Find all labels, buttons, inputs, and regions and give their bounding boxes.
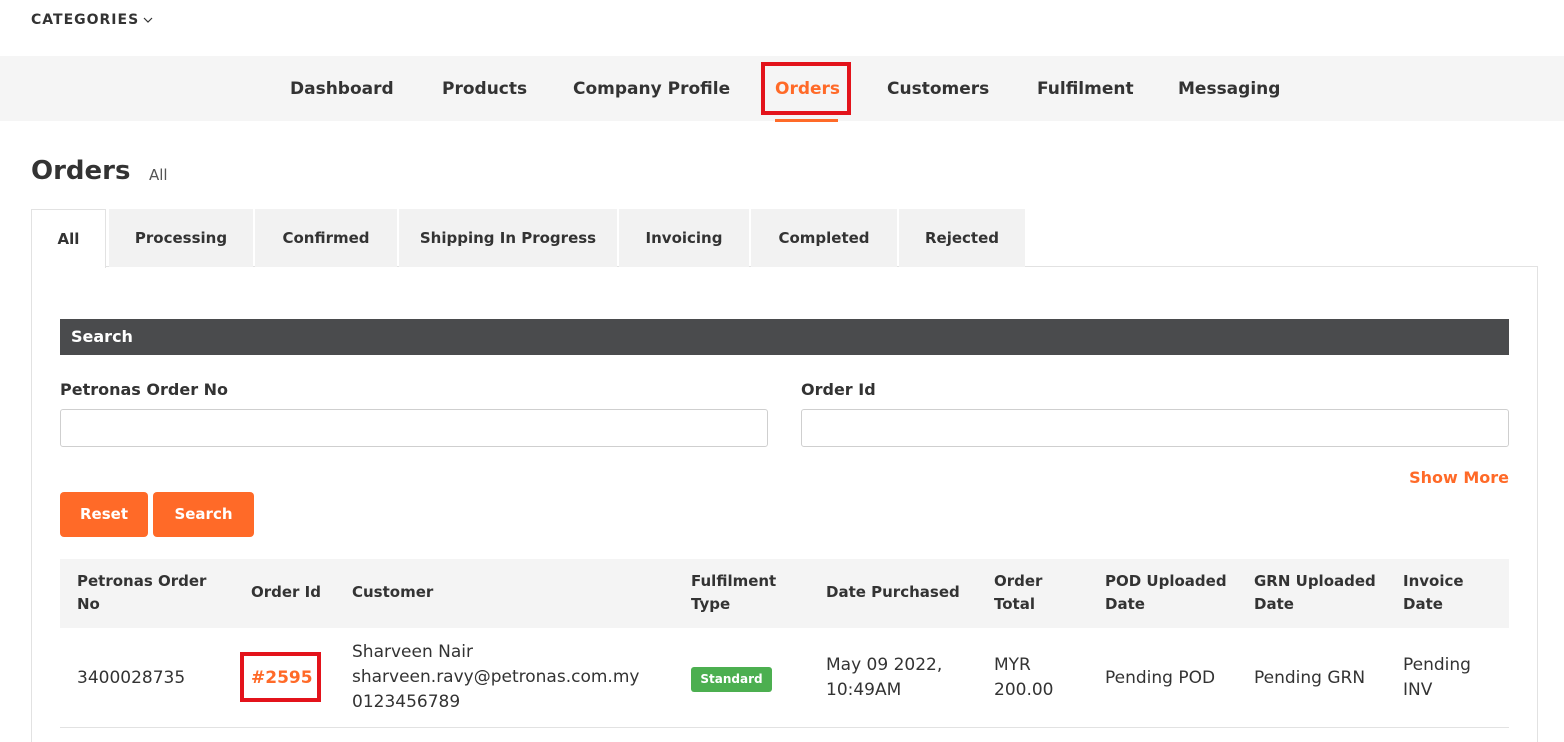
cell-customer: Sharveen Nair sharveen.ravy@petronas.com… — [352, 640, 639, 715]
nav-item-customers[interactable]: Customers — [887, 56, 989, 121]
nav-item-fulfilment[interactable]: Fulfilment — [1037, 56, 1134, 121]
order-id-link[interactable]: #2595 — [251, 666, 313, 691]
cell-pod-uploaded-date: Pending POD — [1105, 668, 1216, 688]
petronas-order-no-input[interactable] — [60, 409, 768, 447]
cell-petronas-order-no: 3400028735 — [77, 668, 186, 688]
tab-invoicing[interactable]: Invoicing — [619, 209, 749, 267]
nav-item-products[interactable]: Products — [442, 56, 527, 121]
main-nav: Dashboard Products Company Profile Order… — [0, 56, 1564, 121]
customer-email: sharveen.ravy@petronas.com.my — [352, 667, 640, 687]
column-header-petronas-order-no: Petronas Order No — [77, 572, 207, 613]
page-subtitle: All — [149, 166, 168, 184]
nav-item-company-profile[interactable]: Company Profile — [573, 56, 730, 121]
categories-dropdown[interactable]: CATEGORIES — [31, 12, 153, 28]
search-section-header: Search — [60, 319, 1509, 355]
column-header-pod-uploaded-date: POD Uploaded Date — [1105, 572, 1227, 613]
orders-table-header: Petronas Order No Order Id Customer Fulfi… — [60, 559, 1509, 628]
column-header-customer: Customer — [352, 583, 434, 601]
fulfilment-type-badge: Standard — [691, 667, 772, 692]
column-header-grn-uploaded-date: GRN Uploaded Date — [1254, 572, 1376, 613]
column-header-fulfilment-type: Fulfilment Type — [691, 572, 777, 613]
reset-button[interactable]: Reset — [60, 492, 148, 537]
tab-completed[interactable]: Completed — [751, 209, 897, 267]
tab-rejected[interactable]: Rejected — [899, 209, 1025, 267]
cell-date-purchased: May 09 2022, 10:49AM — [826, 655, 943, 700]
categories-label: CATEGORIES — [31, 12, 140, 28]
nav-item-dashboard[interactable]: Dashboard — [290, 56, 394, 121]
order-id-input[interactable] — [801, 409, 1509, 447]
chevron-down-icon — [143, 17, 153, 23]
order-id-label: Order Id — [801, 380, 876, 399]
column-header-invoice-date: Invoice Date — [1403, 572, 1464, 613]
cell-order-total: MYR 200.00 — [994, 655, 1054, 700]
page-title: Orders — [31, 156, 131, 186]
nav-item-orders[interactable]: Orders — [775, 56, 840, 121]
tab-shipping-in-progress[interactable]: Shipping In Progress — [399, 209, 617, 267]
nav-item-messaging[interactable]: Messaging — [1178, 56, 1280, 121]
search-button[interactable]: Search — [153, 492, 254, 537]
petronas-order-no-label: Petronas Order No — [60, 380, 229, 399]
column-header-order-total: Order Total — [994, 572, 1043, 613]
show-more-link[interactable]: Show More — [1409, 468, 1509, 487]
tab-processing[interactable]: Processing — [109, 209, 253, 267]
cell-invoice-date: Pending INV — [1403, 655, 1471, 700]
tab-confirmed[interactable]: Confirmed — [255, 209, 397, 267]
tab-all[interactable]: All — [31, 209, 106, 268]
customer-phone: 0123456789 — [352, 692, 461, 712]
customer-name: Sharveen Nair — [352, 642, 473, 662]
column-header-date-purchased: Date Purchased — [826, 583, 960, 601]
column-header-order-id: Order Id — [251, 583, 321, 601]
active-nav-underline — [775, 119, 838, 122]
cell-grn-uploaded-date: Pending GRN — [1254, 668, 1366, 688]
